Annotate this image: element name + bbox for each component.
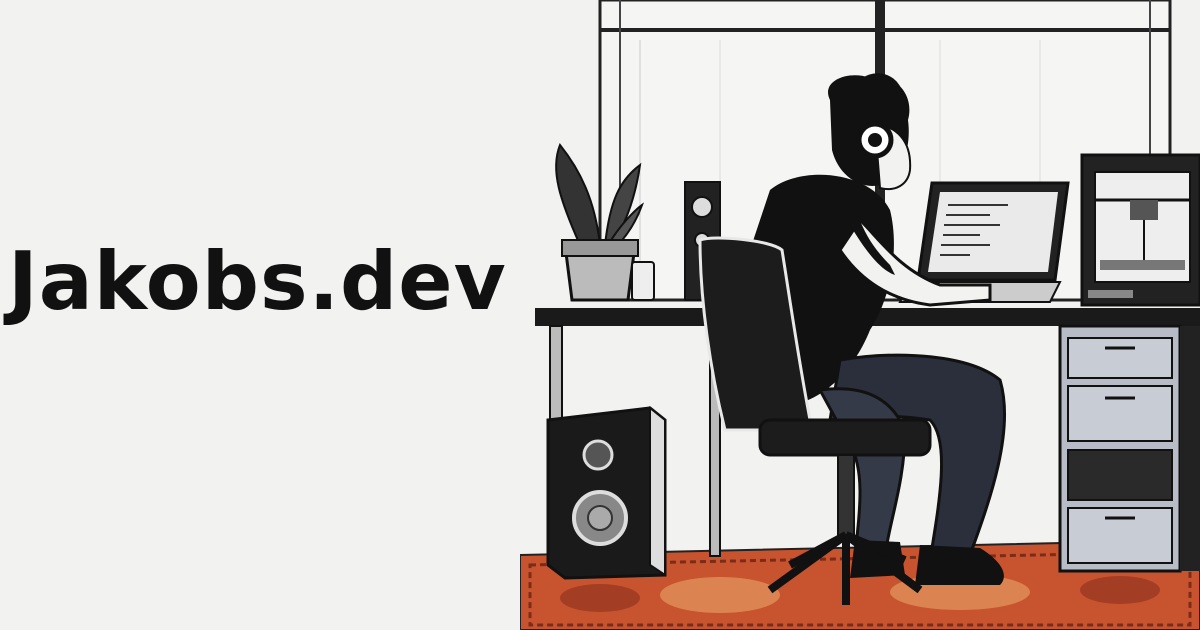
power-outlet-icon [631, 261, 655, 301]
3d-printer-icon [1080, 153, 1200, 307]
floor-speaker-icon [546, 405, 667, 580]
site-title: Jakobs.dev [8, 235, 507, 328]
developer-at-desk-illustration [520, 0, 1200, 630]
hero-banner: Jakobs.dev [0, 0, 1200, 630]
